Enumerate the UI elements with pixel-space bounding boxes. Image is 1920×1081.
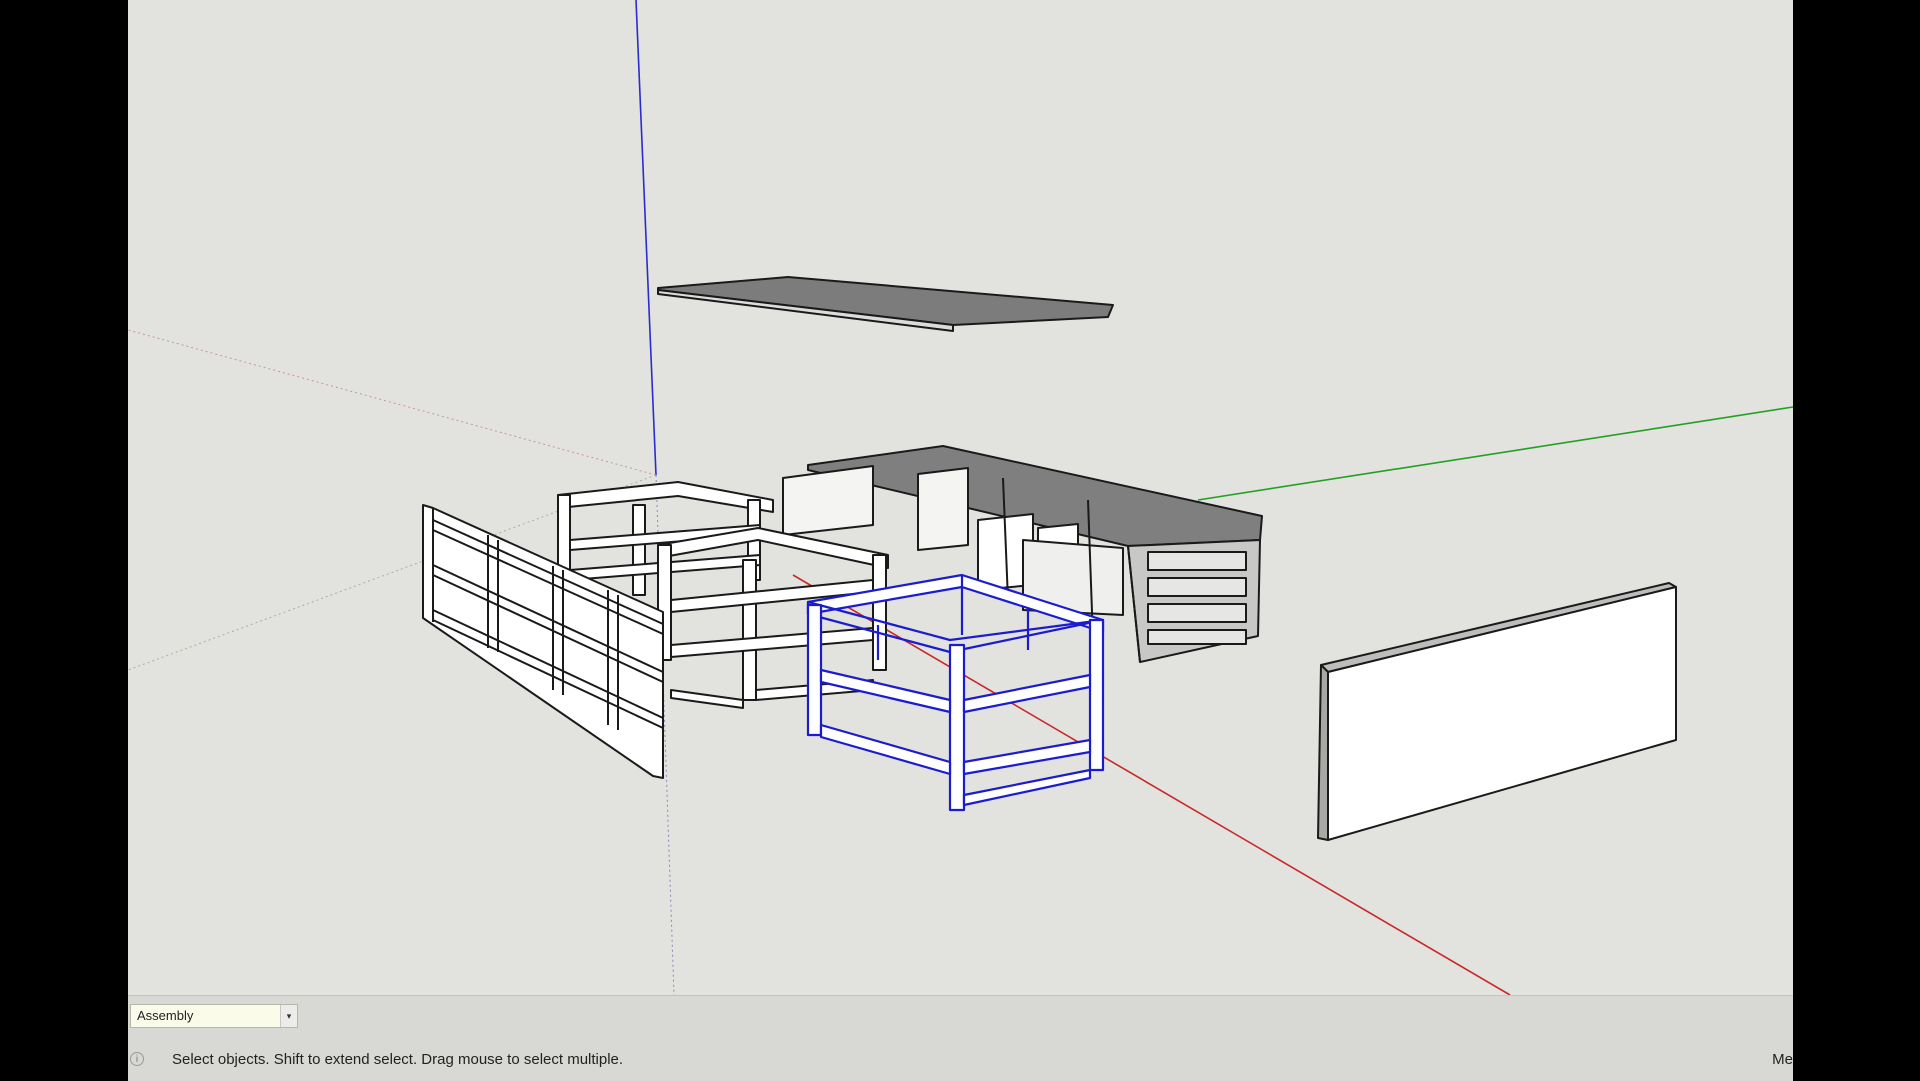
green-axis (1197, 406, 1793, 501)
modeling-viewport[interactable] (128, 0, 1793, 995)
end-panel[interactable] (1317, 582, 1677, 841)
chevron-down-icon[interactable]: ▾ (280, 1005, 297, 1027)
bottom-toolbar: Assembly ▾ i Select objects. Shift to ex… (128, 995, 1793, 1081)
blue-axis (635, 0, 657, 476)
scene-tab-dropdown[interactable]: Assembly ▾ (130, 1004, 298, 1028)
info-icon[interactable]: i (130, 1052, 144, 1066)
status-message: Select objects. Shift to extend select. … (172, 1051, 624, 1068)
scene-tab-label: Assembly (137, 1008, 194, 1023)
measurements-label: Me (1772, 1051, 1793, 1068)
red-axis-hidden (128, 329, 657, 476)
floating-top-panel[interactable] (657, 276, 1114, 332)
